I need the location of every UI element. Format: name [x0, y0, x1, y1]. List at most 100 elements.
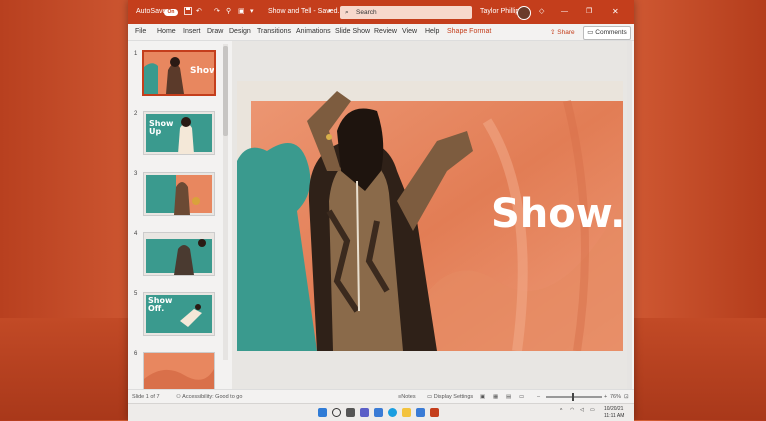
- teams-icon[interactable]: [360, 408, 369, 417]
- maximize-icon[interactable]: ❐: [586, 0, 592, 24]
- share-button[interactable]: ⇪ Share: [550, 27, 575, 38]
- editor-scrollbar[interactable]: [627, 41, 632, 389]
- slide-editor-canvas: Show.: [232, 41, 628, 389]
- thumbnail-number: 4: [134, 231, 138, 237]
- clock-date[interactable]: 10/20/21: [604, 406, 623, 412]
- display-settings-button[interactable]: ▭ Display Settings: [427, 390, 473, 404]
- thumbnail-5-title: Show Off.: [148, 296, 173, 313]
- search-icon: ⌕: [345, 9, 349, 16]
- accessibility-status[interactable]: ⚇ Accessibility: Good to go: [176, 390, 242, 404]
- tab-transitions[interactable]: Transitions: [257, 24, 291, 40]
- battery-icon[interactable]: ▭: [590, 407, 595, 413]
- autosave-toggle[interactable]: On: [164, 9, 178, 16]
- fit-to-window-icon[interactable]: ⊡: [624, 390, 629, 404]
- reading-view-icon[interactable]: ▤: [506, 390, 511, 404]
- thumbnail-number: 1: [134, 51, 138, 57]
- zoom-slider-handle[interactable]: [572, 393, 574, 401]
- thumbnail-2-title: Show Up: [149, 119, 174, 136]
- display-settings-label: Display Settings: [433, 394, 474, 400]
- share-label: Share: [557, 29, 575, 36]
- thumbnail-1-title: Show.: [190, 66, 214, 76]
- tab-view[interactable]: View: [402, 24, 417, 40]
- search-placeholder: Search: [356, 9, 377, 16]
- autosave-label: AutoSave: [136, 8, 167, 15]
- powerpoint-icon[interactable]: [430, 408, 439, 417]
- redo-icon[interactable]: ↷: [214, 0, 220, 24]
- slide-thumbnail-1[interactable]: Show.: [142, 50, 216, 96]
- notes-button[interactable]: ≡Notes: [398, 390, 416, 404]
- powerpoint-window: AutoSave On ↶ ↷ ⚲ ▣ ▾ Show and Tell - Sa…: [128, 0, 634, 421]
- title-bar: AutoSave On ↶ ↷ ⚲ ▣ ▾ Show and Tell - Sa…: [128, 0, 634, 24]
- clock-time[interactable]: 11:11 AM: [604, 413, 624, 419]
- slideshow-view-icon[interactable]: ▭: [519, 390, 524, 404]
- tab-design[interactable]: Design: [229, 24, 251, 40]
- slide-1[interactable]: Show.: [237, 81, 623, 351]
- slide-thumbnail-3[interactable]: [143, 172, 215, 216]
- document-title[interactable]: Show and Tell - Saved...: [268, 0, 343, 24]
- show-hidden-icons[interactable]: ^: [560, 408, 562, 414]
- scrollbar-thumb[interactable]: [223, 46, 228, 136]
- slide-thumbnail-2[interactable]: Show Up: [143, 111, 215, 155]
- thumbnail-6-art: [144, 353, 214, 389]
- search-icon[interactable]: [332, 408, 341, 417]
- thumbnail-number: 3: [134, 171, 138, 177]
- task-view-icon[interactable]: [346, 408, 355, 417]
- share-icon: ⇪: [550, 29, 556, 36]
- windows-taskbar: ^ ◠ ◁ ▭ 10/20/21 11:11 AM: [128, 403, 634, 421]
- customize-icon[interactable]: ⚲: [226, 0, 231, 24]
- slide-title[interactable]: Show.: [491, 191, 623, 237]
- zoom-in-icon[interactable]: +: [604, 390, 607, 404]
- present-icon[interactable]: ▣: [238, 0, 245, 24]
- search-box[interactable]: ⌕ Search: [340, 6, 472, 19]
- comment-icon: ▭: [587, 29, 594, 36]
- slide-thumbnail-6[interactable]: [143, 352, 215, 390]
- slide-count: Slide 1 of 7: [132, 394, 160, 400]
- minimize-icon[interactable]: —: [561, 0, 568, 24]
- slide-thumbnail-panel: 1 Show. 2 Show Up 3: [128, 41, 231, 390]
- thumbnail-number: 2: [134, 111, 138, 117]
- thumbnail-3-art: [144, 173, 214, 215]
- save-icon[interactable]: [184, 0, 192, 24]
- thumbnail-4-art: [144, 233, 214, 275]
- avatar[interactable]: [517, 6, 531, 20]
- tab-animations[interactable]: Animations: [296, 24, 331, 40]
- quick-access-more-icon[interactable]: ▾: [250, 0, 254, 24]
- slide-thumbnail-4[interactable]: [143, 232, 215, 276]
- tab-slide-show[interactable]: Slide Show: [335, 24, 370, 40]
- thumbnail-number: 5: [134, 291, 138, 297]
- tab-review[interactable]: Review: [374, 24, 397, 40]
- tab-draw[interactable]: Draw: [207, 24, 223, 40]
- tab-home[interactable]: Home: [157, 24, 176, 40]
- tab-insert[interactable]: Insert: [183, 24, 201, 40]
- comments-label: Comments: [595, 29, 627, 36]
- close-icon[interactable]: ✕: [612, 0, 619, 24]
- status-bar: Slide 1 of 7 ⚇ Accessibility: Good to go…: [128, 389, 634, 404]
- volume-icon[interactable]: ◁: [580, 407, 584, 413]
- thumbnail-scrollbar[interactable]: [223, 44, 228, 360]
- zoom-out-icon[interactable]: –: [537, 390, 540, 404]
- zoom-level[interactable]: 76%: [610, 390, 621, 404]
- windows-start-icon[interactable]: [318, 408, 327, 417]
- edge-icon[interactable]: [388, 408, 397, 417]
- slide-thumbnail-5[interactable]: Show Off.: [143, 292, 215, 336]
- slide-sorter-icon[interactable]: ▦: [493, 390, 498, 404]
- display-icon: ▭: [427, 394, 433, 400]
- file-explorer-icon[interactable]: [402, 408, 411, 417]
- thumbnail-number: 6: [134, 351, 138, 357]
- zoom-slider[interactable]: [546, 393, 602, 401]
- diamond-icon[interactable]: ◇: [539, 0, 544, 24]
- notes-label: Notes: [401, 394, 416, 400]
- store-icon[interactable]: [416, 408, 425, 417]
- tab-help[interactable]: Help: [425, 24, 439, 40]
- wifi-icon[interactable]: ◠: [570, 407, 574, 413]
- tab-shape-format[interactable]: Shape Format: [447, 24, 491, 40]
- ribbon-tabs: File Home Insert Draw Design Transitions…: [128, 24, 634, 41]
- comments-button[interactable]: ▭ Comments: [583, 26, 631, 40]
- accessibility-label: Accessibility: Good to go: [182, 394, 243, 400]
- undo-icon[interactable]: ↶: [196, 0, 202, 24]
- widgets-icon[interactable]: [374, 408, 383, 417]
- chevron-down-icon[interactable]: ▾: [328, 0, 332, 24]
- accessibility-icon: ⚇: [176, 394, 181, 400]
- tab-file[interactable]: File: [135, 24, 146, 40]
- normal-view-icon[interactable]: ▣: [480, 390, 485, 404]
